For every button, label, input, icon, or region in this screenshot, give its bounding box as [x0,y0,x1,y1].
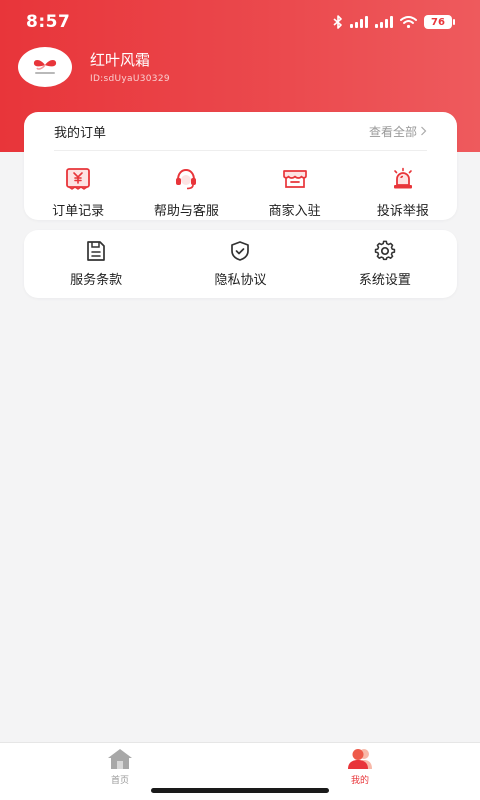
merchant-join-label: 商家入驻 [268,204,321,219]
complaint-report-button[interactable]: 投诉举报 [349,166,457,219]
bluetooth-icon [333,15,342,29]
username: 红叶风霜 [90,51,151,69]
system-settings-button[interactable]: 系统设置 [313,230,457,298]
avatar-logo [33,60,57,74]
storefront-icon [282,170,307,188]
orders-grid: 订单记录 帮助与客服 商家入驻 投诉举报 [24,166,457,219]
view-all-orders-link[interactable]: 查看全部 [369,123,427,140]
links-grid: 服务条款 隐私协议 系统设置 [24,230,457,298]
alarm-light-icon [393,167,412,189]
receipt-yen-icon [66,168,91,190]
home-icon [108,749,132,769]
order-records-button[interactable]: 订单记录 [24,166,132,219]
battery-icon: 76 [424,15,455,29]
home-indicator [151,788,329,793]
headset-icon [176,168,197,190]
terms-of-service-label: 服务条款 [70,273,123,288]
complaint-report-label: 投诉举报 [376,204,429,219]
tab-mine-label: 我的 [350,776,369,786]
help-support-label: 帮助与客服 [153,204,219,219]
tab-home-label: 首页 [110,776,129,786]
document-icon [87,241,106,261]
status-time: 8:57 [26,12,71,32]
orders-title: 我的订单 [54,125,107,141]
chevron-right-icon [421,126,427,136]
privacy-policy-button[interactable]: 隐私协议 [168,230,312,298]
orders-card: 我的订单 查看全部 订单记录 帮助与客服 商家入驻 投诉举报 [24,112,457,220]
profile-section[interactable]: 红叶风霜 ID:sdUyaU30329 [18,47,170,87]
cellular-signal-icon-2 [375,16,393,28]
avatar[interactable] [18,47,72,87]
terms-of-service-button[interactable]: 服务条款 [24,230,168,298]
gear-icon [374,240,396,261]
user-id: ID:sdUyaU30329 [90,74,170,84]
links-card: 服务条款 隐私协议 系统设置 [24,230,457,298]
help-support-button[interactable]: 帮助与客服 [132,166,240,219]
system-settings-label: 系统设置 [358,273,411,288]
privacy-policy-label: 隐私协议 [214,273,267,288]
status-bar: 8:57 76 [0,0,480,44]
cellular-signal-icon [350,16,368,28]
order-records-label: 订单记录 [52,204,105,219]
shield-check-icon [231,241,250,261]
status-icons: 76 [333,15,455,29]
user-icon [348,749,372,769]
merchant-join-button[interactable]: 商家入驻 [241,166,349,219]
orders-card-header: 我的订单 查看全部 [54,112,427,151]
view-all-label: 查看全部 [368,124,417,139]
wifi-icon [400,16,417,28]
